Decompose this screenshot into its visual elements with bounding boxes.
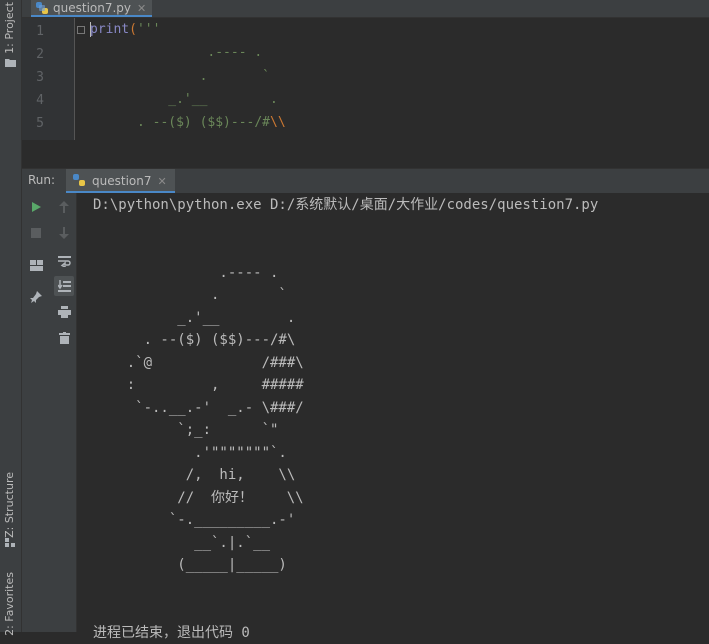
print-button[interactable] <box>54 302 74 322</box>
print-icon <box>58 306 71 318</box>
line-number: 3 <box>22 70 44 85</box>
output-line: `-..__.-' _.- \###/ <box>93 397 598 420</box>
run-panel-header: Run: question7 ✕ <box>22 168 709 194</box>
python-file-icon <box>35 1 49 15</box>
tab-question7-py[interactable]: question7.py ✕ <box>31 0 152 17</box>
output-line: // 你好！ \\ <box>93 487 598 510</box>
soft-wrap-button[interactable] <box>54 251 74 271</box>
code-line: print(''' <box>90 18 286 41</box>
python-run-icon <box>72 173 86 187</box>
output-line: .---- . <box>93 262 598 285</box>
console-output: D:\python\python.exe D:/系统默认/桌面/大作业/code… <box>93 194 598 644</box>
arrow-down-icon <box>59 227 69 239</box>
run-play-icon <box>30 201 42 213</box>
run-toolbar <box>22 193 77 632</box>
output-line: : , ##### <box>93 374 598 397</box>
code-line: .---- . <box>90 41 286 64</box>
tab-run-question7[interactable]: question7 ✕ <box>66 169 175 193</box>
code-line: _.'__ . <box>90 88 286 111</box>
command-line: D:\python\python.exe D:/系统默认/桌面/大作业/code… <box>93 194 598 217</box>
line-number: 1 <box>22 24 44 39</box>
output-line: .`@ /###\ <box>93 352 598 375</box>
run-label: Run: <box>28 173 55 187</box>
exit-status-line: 进程已结束，退出代码 0 <box>93 622 598 644</box>
code-editor[interactable]: 1 2 3 4 5 print(''' .---- . . ` _.'__ . … <box>22 18 709 140</box>
output-line <box>93 239 598 262</box>
restore-layout-button[interactable] <box>26 255 46 275</box>
stop-icon <box>31 228 41 238</box>
line-number: 5 <box>22 116 44 131</box>
output-line <box>93 599 598 622</box>
output-line: `;_: `" <box>93 419 598 442</box>
scroll-down-button[interactable] <box>54 223 74 243</box>
soft-wrap-icon <box>58 255 71 267</box>
close-run-tab-icon[interactable]: ✕ <box>157 175 166 188</box>
output-line <box>93 577 598 600</box>
run-tab-label: question7 <box>92 174 151 188</box>
scroll-to-end-button[interactable] <box>54 276 74 296</box>
fold-marker-icon[interactable] <box>77 26 85 34</box>
editor-tab-bar: question7.py ✕ <box>22 0 709 18</box>
structure-tool-tab[interactable]: Z: Structure <box>3 472 16 538</box>
output-line: . ` <box>93 284 598 307</box>
rerun-button[interactable] <box>26 197 46 217</box>
pin-tab-button[interactable] <box>26 287 46 307</box>
output-line: . --($) ($$)---/#\ <box>93 329 598 352</box>
close-tab-icon[interactable]: ✕ <box>137 2 146 15</box>
project-tool-tab[interactable]: 1: Project <box>3 2 16 54</box>
line-number: 4 <box>22 93 44 108</box>
structure-icon[interactable] <box>5 538 16 547</box>
folder-icon[interactable] <box>5 58 16 67</box>
code-lines: print(''' .---- . . ` _.'__ . . --($) ($… <box>90 18 286 134</box>
line-gutter: 1 2 3 4 5 <box>22 18 75 140</box>
scroll-to-end-icon <box>58 280 71 292</box>
output-line <box>93 217 598 240</box>
arrow-up-icon <box>59 201 69 213</box>
pin-icon <box>30 291 42 303</box>
code-line: . ` <box>90 65 286 88</box>
output-line: _.'__ . <box>93 307 598 330</box>
output-line: /, hi, \\ <box>93 464 598 487</box>
left-tool-strip: 1: Project Z: Structure 2: Favorites <box>0 0 22 632</box>
output-line: (_____|_____) <box>93 554 598 577</box>
tab-label: question7.py <box>53 1 131 15</box>
scroll-up-button[interactable] <box>54 197 74 217</box>
output-line: __`.|.`__ <box>93 532 598 555</box>
trash-icon <box>59 332 70 344</box>
stop-button[interactable] <box>26 223 46 243</box>
favorites-tool-tab[interactable]: 2: Favorites <box>3 572 16 636</box>
line-number: 2 <box>22 47 44 62</box>
code-line: . --($) ($$)---/#\\ <box>90 111 286 134</box>
layout-icon <box>30 260 43 271</box>
run-console[interactable]: D:\python\python.exe D:/系统默认/桌面/大作业/code… <box>77 193 709 632</box>
output-line: .'"""""""`. <box>93 442 598 465</box>
clear-all-button[interactable] <box>54 328 74 348</box>
output-line: `-._________.-' <box>93 509 598 532</box>
